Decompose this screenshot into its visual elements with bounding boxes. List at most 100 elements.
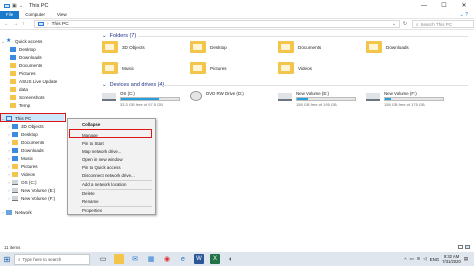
taskbar-search-input[interactable]: ⌕ Type here to search <box>14 253 90 265</box>
folder-label: Videos <box>298 65 312 71</box>
chevron-down-icon[interactable]: ⌄ <box>19 3 23 9</box>
search-placeholder: Search This PC <box>420 21 452 27</box>
close-button[interactable]: ✕ <box>454 0 474 11</box>
wifi-icon[interactable]: ≋ <box>417 256 421 262</box>
forward-button[interactable]: → <box>13 21 18 27</box>
nav-pc-documents[interactable]: › Documents <box>6 138 44 146</box>
menu-item-pin-to-start[interactable]: Pin to Start <box>82 141 104 146</box>
nav-pc-pictures[interactable]: › Pictures <box>6 162 38 170</box>
quick-access-toolbar: ▣ ⌄ <box>0 3 23 9</box>
tab-computer[interactable]: Computer <box>19 11 51 19</box>
menu-item-properties[interactable]: Properties <box>82 208 102 213</box>
nav-qa-screenshots[interactable]: Screenshots <box>10 93 45 101</box>
search-icon: ⌕ <box>18 256 21 262</box>
nav-label: Desktop <box>21 131 38 137</box>
word-icon[interactable]: W <box>194 254 204 264</box>
menu-item-open-new-window[interactable]: Open in new window <box>82 157 123 162</box>
nav-quick-access[interactable]: ⌄ ★ Quick access <box>0 37 42 45</box>
start-button[interactable]: ⊞ <box>0 252 14 266</box>
task-view-icon[interactable]: ▭ <box>98 254 108 264</box>
nav-pc-music[interactable]: › Music <box>6 154 33 162</box>
menu-item-collapse[interactable]: Collapse <box>82 122 100 127</box>
menu-item-delete[interactable]: Delete <box>82 191 95 196</box>
chevron-up-icon[interactable]: ^ <box>404 257 406 262</box>
drive-tile-d[interactable]: DVD RW Drive (D:) <box>190 91 244 101</box>
manage-highlight-box <box>69 129 152 138</box>
folders-section-header[interactable]: ⌄ Folders (7) <box>102 33 136 39</box>
folder-tile-pictures[interactable]: Pictures <box>190 62 227 74</box>
folder-tile-desktop[interactable]: Desktop <box>190 41 227 53</box>
nav-pc-3d-objects[interactable]: › 3D Objects <box>6 122 44 130</box>
folder-tile-music[interactable]: Music <box>102 62 134 74</box>
menu-item-add-network-location[interactable]: Add a network location <box>82 182 126 187</box>
devices-section-header[interactable]: ⌄ Devices and drives (4) <box>102 82 164 88</box>
menu-item-map-network-drive[interactable]: Map network drive... <box>82 149 122 154</box>
properties-icon[interactable]: ▣ <box>12 3 17 9</box>
tab-view[interactable]: View <box>51 11 73 19</box>
nav-qa-downloads[interactable]: Downloads <box>10 53 42 61</box>
nav-qa-asus[interactable]: ASUS Live Update <box>10 77 57 85</box>
nav-label: Downloads <box>19 54 42 60</box>
menu-separator <box>80 180 152 181</box>
menu-item-rename[interactable]: Rename <box>82 199 99 204</box>
battery-icon[interactable]: ▭ <box>409 256 413 262</box>
menu-separator <box>80 206 152 207</box>
volume-icon[interactable]: ◁ <box>423 256 426 262</box>
help-icon: ? <box>465 11 468 18</box>
folder-tile-downloads[interactable]: Downloads <box>366 41 409 53</box>
nav-pc-videos[interactable]: › Videos <box>6 170 35 178</box>
nav-label: Pictures <box>19 70 36 76</box>
notification-icon[interactable]: ▤ <box>464 256 468 262</box>
drive-name: New Volume (E:) <box>296 91 329 96</box>
nav-network[interactable]: › Network <box>0 208 32 216</box>
folder-tile-3d-objects[interactable]: 3D Objects <box>102 41 145 53</box>
folder-icon <box>190 41 206 53</box>
tiles-view-button[interactable] <box>465 245 470 249</box>
chevron-down-icon: ⌄ <box>459 11 464 18</box>
refresh-button[interactable]: ↻ <box>400 21 410 27</box>
nav-label: Documents <box>21 139 45 145</box>
menu-item-disconnect-network-drive[interactable]: Disconnect network drive... <box>82 173 135 178</box>
app-icon[interactable]: ◐ <box>226 254 236 264</box>
details-view-button[interactable] <box>458 245 463 249</box>
window-title: This PC <box>28 2 49 9</box>
up-button[interactable]: ↑ <box>22 21 25 27</box>
language-indicator[interactable]: ENG <box>430 257 440 262</box>
nav-pc-volume-f[interactable]: › New Volume (F:) <box>6 194 55 202</box>
drive-tile-c[interactable]: OS (C:) 33.3 GB free of 97.5 GB <box>102 91 180 107</box>
address-dropdown-icon[interactable]: ⌄ <box>392 22 399 27</box>
ribbon-expand-button[interactable]: ⌄ ? <box>460 12 474 18</box>
title-bar: ▣ ⌄ This PC — ☐ ✕ <box>0 0 474 11</box>
address-bar[interactable]: › This PC ⌄ <box>34 20 400 28</box>
minimize-button[interactable]: — <box>414 0 434 11</box>
excel-icon[interactable]: X <box>210 254 220 264</box>
nav-qa-data[interactable]: data <box>10 85 28 93</box>
chrome-icon[interactable]: ◉ <box>162 254 172 264</box>
nav-qa-documents[interactable]: Documents <box>10 61 42 69</box>
store-icon[interactable]: ▦ <box>146 254 156 264</box>
search-input[interactable]: ⌕ Search This PC <box>412 20 474 28</box>
nav-qa-temp[interactable]: Temp <box>10 101 30 109</box>
folder-label: Downloads <box>386 44 409 50</box>
nav-pc-volume-e[interactable]: › New Volume (E:) <box>6 186 55 194</box>
nav-pc-os-c[interactable]: › OS (C:) <box>6 178 37 186</box>
clock[interactable]: 9:32 AM 7/31/2020 <box>442 254 461 264</box>
drive-tile-e[interactable]: New Volume (E:) 158 GB free of 195 GB <box>278 91 356 107</box>
folder-icon <box>366 41 382 53</box>
nav-pc-downloads[interactable]: › Downloads <box>6 146 44 154</box>
folder-tile-documents[interactable]: Documents <box>278 41 321 53</box>
nav-qa-desktop[interactable]: Desktop <box>10 45 36 53</box>
nav-qa-pictures[interactable]: Pictures <box>10 69 36 77</box>
file-explorer-icon[interactable] <box>114 254 124 264</box>
nav-pc-desktop[interactable]: › Desktop <box>6 130 38 138</box>
folder-tile-videos[interactable]: Videos <box>278 62 312 74</box>
maximize-button[interactable]: ☐ <box>434 0 454 11</box>
drive-icon <box>12 187 18 193</box>
menu-item-pin-quick-access[interactable]: Pin to Quick access <box>82 165 121 170</box>
mail-icon[interactable]: ✉ <box>130 254 140 264</box>
folder-icon <box>102 41 118 53</box>
edge-icon[interactable]: e <box>178 254 188 264</box>
back-button[interactable]: ← <box>4 21 9 27</box>
tab-file[interactable]: File <box>0 10 20 19</box>
drive-tile-f[interactable]: New Volume (F:) 158 GB free of 175 GB <box>366 91 444 107</box>
